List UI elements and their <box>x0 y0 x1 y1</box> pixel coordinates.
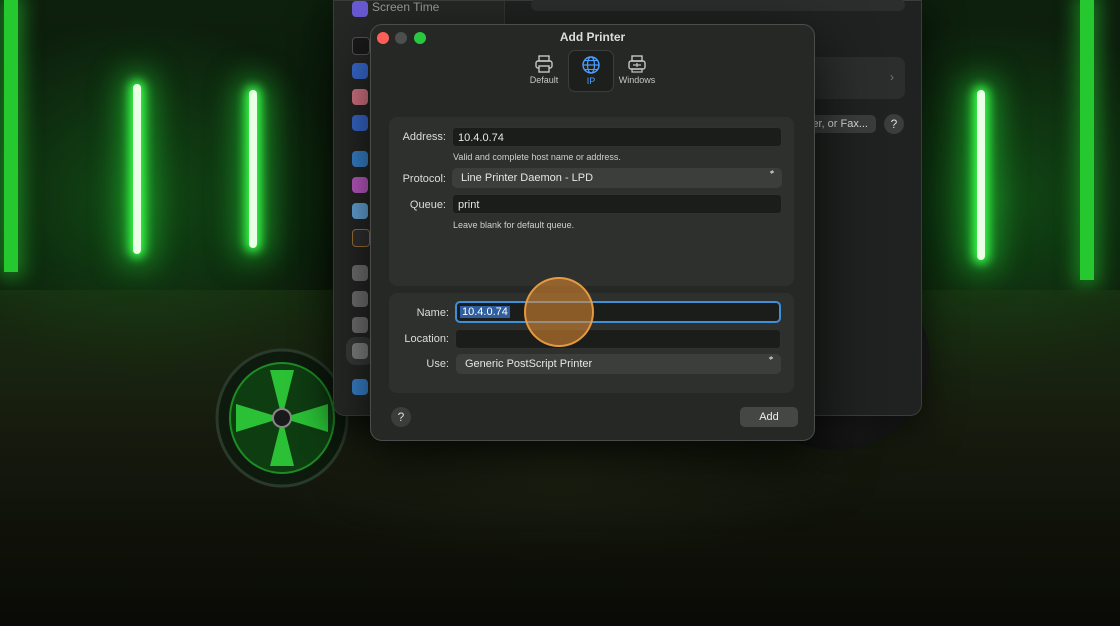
hand-icon[interactable] <box>352 63 368 79</box>
use-popup[interactable]: Generic PostScript Printer ⌃ ⌃ <box>456 351 781 374</box>
add-printer-dialog: Add Printer Default IP Windows Address: <box>370 24 815 441</box>
tab-default[interactable]: Default <box>522 50 566 90</box>
name-field[interactable]: 10.4.0.74 <box>455 301 781 323</box>
tab-ip[interactable]: IP <box>568 50 614 92</box>
add-button[interactable]: Add <box>740 407 798 427</box>
touch-id-icon[interactable] <box>352 89 368 105</box>
tab-windows[interactable]: Windows <box>615 50 659 90</box>
settings-top-card <box>531 0 905 11</box>
printers-icon[interactable] <box>346 337 374 365</box>
right-wall-light <box>1080 0 1094 280</box>
tab-windows-label: Windows <box>618 75 656 85</box>
left-wall-light <box>4 0 18 272</box>
left-neon-tube-1 <box>133 84 141 254</box>
address-label: Address: <box>402 131 446 143</box>
address-field[interactable]: 10.4.0.74 <box>452 127 782 147</box>
protocol-popup[interactable]: Line Printer Daemon - LPD ⌃ ⌃ <box>452 165 782 188</box>
location-label: Location: <box>404 333 449 345</box>
internet-accounts-icon[interactable] <box>352 151 368 167</box>
icloud-icon[interactable] <box>352 203 368 219</box>
screen-time-icon[interactable] <box>352 1 368 17</box>
windows-printer-icon <box>628 55 646 73</box>
protocol-label: Protocol: <box>402 173 446 185</box>
right-neon-tube <box>977 90 985 260</box>
add-printer-scanner-fax-button[interactable]: er, or Fax... <box>808 115 876 133</box>
printer-icon <box>535 55 553 73</box>
chevron-updown-icon: ⌃ ⌃ <box>767 351 775 365</box>
help-button[interactable]: ? <box>391 407 411 427</box>
users-icon[interactable] <box>352 115 368 131</box>
left-neon-tube-2 <box>249 90 257 248</box>
address-hint: Valid and complete host name or address. <box>453 152 621 162</box>
queue-hint: Leave blank for default queue. <box>453 220 575 230</box>
chevron-updown-icon: ⌃ ⌃ <box>768 165 776 179</box>
sidebar-item-screen-time[interactable]: Screen Time <box>372 0 439 14</box>
settings-help-button[interactable]: ? <box>884 114 904 134</box>
mouse-icon[interactable] <box>352 291 368 307</box>
queue-label: Queue: <box>409 199 446 211</box>
tab-ip-label: IP <box>586 76 596 86</box>
keyboard-icon[interactable] <box>352 265 368 281</box>
globe-icon <box>582 56 600 74</box>
use-label: Use: <box>426 358 449 370</box>
lock-icon[interactable] <box>352 37 370 55</box>
name-value-selected: 10.4.0.74 <box>460 306 510 318</box>
wallet-icon[interactable] <box>352 229 370 247</box>
click-indicator <box>524 277 594 347</box>
location-field[interactable] <box>455 329 781 349</box>
tab-default-label: Default <box>529 75 559 85</box>
protocol-value: Line Printer Daemon - LPD <box>461 172 594 184</box>
use-value: Generic PostScript Printer <box>465 358 593 370</box>
name-label: Name: <box>416 307 449 319</box>
finder-icon[interactable] <box>352 379 368 395</box>
chevron-right-icon: › <box>890 70 894 84</box>
game-controllers-icon[interactable] <box>352 317 368 333</box>
queue-field[interactable]: print <box>452 194 782 214</box>
game-center-icon[interactable] <box>352 177 368 193</box>
dialog-title: Add Printer <box>559 30 626 44</box>
